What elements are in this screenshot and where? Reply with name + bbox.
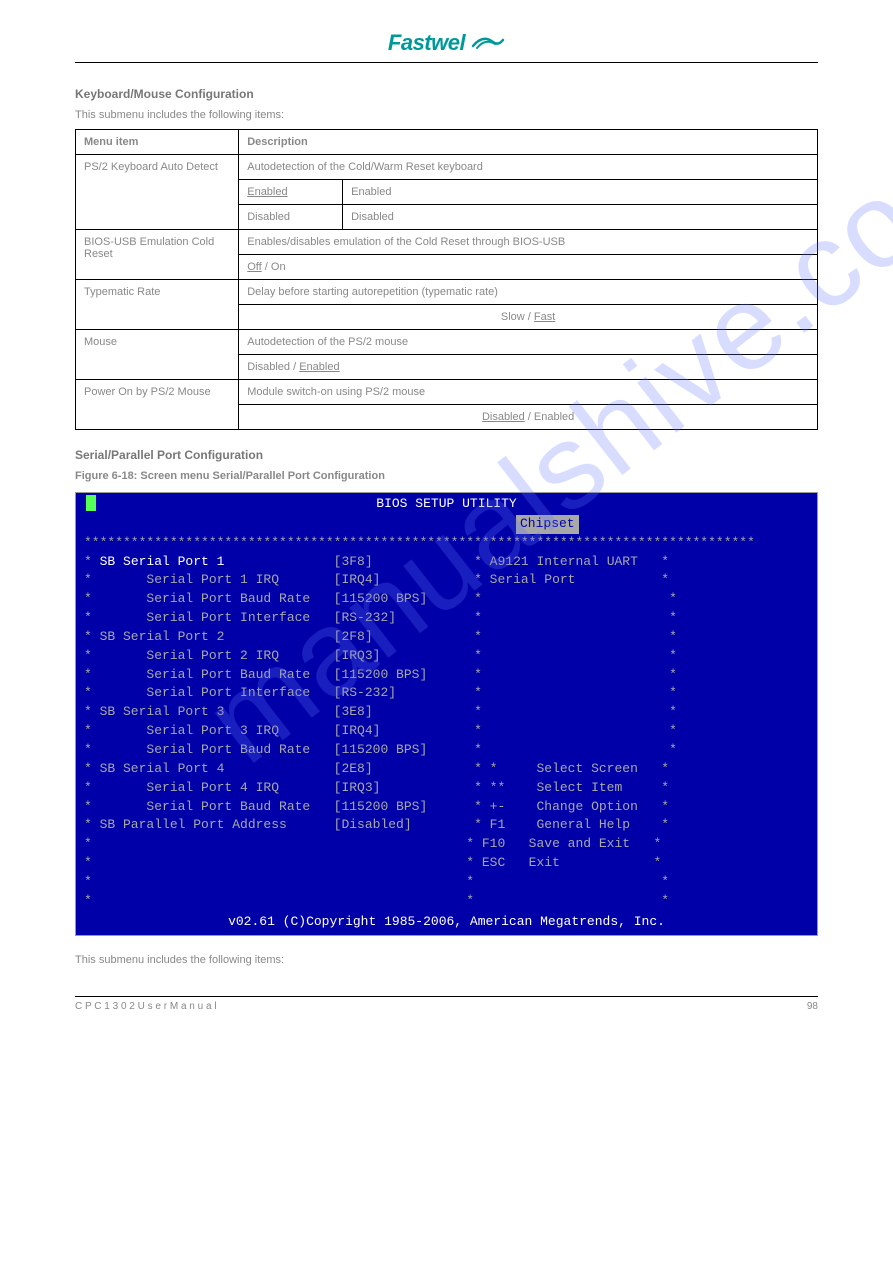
col-menu-item: Menu item	[76, 130, 239, 155]
opt-enabled: Enabled	[299, 361, 339, 373]
options-table: Menu item Description PS/2 Keyboard Auto…	[75, 129, 818, 430]
bios-cursor-icon	[86, 495, 96, 511]
bios-tab-bar: Chipset	[76, 514, 817, 534]
cell-item: BIOS-USB Emulation Cold Reset	[76, 230, 239, 280]
opt-fast: Fast	[534, 311, 555, 323]
bios-body: ****************************************…	[76, 534, 817, 911]
table-row: BIOS-USB Emulation Cold Reset Enables/di…	[76, 230, 818, 255]
opt-disabled: Disabled	[482, 411, 525, 423]
section-title-serial: Serial/Parallel Port Configuration	[75, 448, 818, 462]
cell-opt-desc: Disabled	[343, 205, 818, 230]
cell-opts: Disabled / Enabled	[239, 355, 818, 380]
cell-opts: Slow / Fast	[239, 305, 818, 330]
cell-desc: Enables/disables emulation of the Cold R…	[239, 230, 818, 255]
cell-desc: Autodetection of the Cold/Warm Reset key…	[239, 155, 818, 180]
cell-opt: Enabled	[239, 180, 343, 205]
cell-opts: Off / On	[239, 255, 818, 280]
cell-opts: Disabled / Enabled	[239, 405, 818, 430]
bios-title-bar: BIOS SETUP UTILITY	[76, 493, 817, 514]
brand-logo: Fastwel	[388, 30, 505, 56]
logo-swoosh-icon	[471, 32, 505, 55]
cell-item: Typematic Rate	[76, 280, 239, 330]
opt-off: Off	[247, 261, 261, 273]
footer-page-number: 98	[807, 1001, 818, 1012]
bios-screen: BIOS SETUP UTILITY Chipset *************…	[76, 493, 817, 935]
cell-item: PS/2 Keyboard Auto Detect	[76, 155, 239, 230]
bios-title-text: BIOS SETUP UTILITY	[376, 496, 516, 511]
table-row: Typematic Rate Delay before starting aut…	[76, 280, 818, 305]
cell-opt: Disabled	[239, 205, 343, 230]
cell-desc: Autodetection of the PS/2 mouse	[239, 330, 818, 355]
footer-left: C P C 1 3 0 2 U s e r M a n u a l	[75, 1001, 217, 1012]
post-bios-text: This submenu includes the following item…	[75, 954, 818, 966]
cell-item: Mouse	[76, 330, 239, 380]
table-row: PS/2 Keyboard Auto Detect Autodetection …	[76, 155, 818, 180]
section-desc: This submenu includes the following item…	[75, 109, 818, 121]
figure-caption: Figure 6-18: Screen menu Serial/Parallel…	[75, 470, 818, 482]
cell-desc: Module switch-on using PS/2 mouse	[239, 380, 818, 405]
bios-screenshot: BIOS SETUP UTILITY Chipset *************…	[75, 492, 818, 936]
cell-desc: Delay before starting autorepetition (ty…	[239, 280, 818, 305]
bios-tab-chipset[interactable]: Chipset	[516, 515, 579, 534]
bios-footer: v02.61 (C)Copyright 1985-2006, American …	[76, 911, 817, 936]
page-footer: C P C 1 3 0 2 U s e r M a n u a l 98	[75, 996, 818, 1012]
col-description: Description	[239, 130, 818, 155]
cell-opt-desc: Enabled	[343, 180, 818, 205]
page: Fastwel Keyboard/Mouse Configuration Thi…	[0, 0, 893, 1042]
table-header-row: Menu item Description	[76, 130, 818, 155]
page-header: Fastwel	[75, 30, 818, 63]
table-row: Mouse Autodetection of the PS/2 mouse	[76, 330, 818, 355]
cell-item: Power On by PS/2 Mouse	[76, 380, 239, 430]
brand-name: Fastwel	[388, 30, 465, 56]
section-title-keyboard: Keyboard/Mouse Configuration	[75, 87, 818, 101]
opt-label: Enabled	[247, 186, 287, 198]
table-row: Power On by PS/2 Mouse Module switch-on …	[76, 380, 818, 405]
